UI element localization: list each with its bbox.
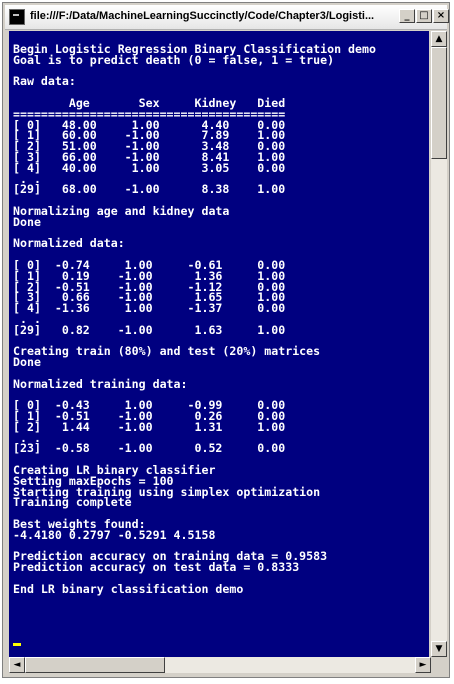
console-line: Normalized training data: (13, 376, 188, 391)
console-line: [ 4] 40.00 1.00 3.05 0.00 (13, 160, 286, 175)
console-line: Done (13, 355, 41, 370)
console-line: [ 4] -1.36 1.00 -1.37 0.00 (13, 301, 286, 316)
scroll-up-button[interactable]: ▲ (431, 31, 447, 47)
scroll-left-button[interactable]: ◄ (9, 657, 25, 673)
vertical-scroll-thumb[interactable] (431, 47, 447, 159)
console-line: Training complete (13, 495, 132, 510)
console-output-area[interactable]: Begin Logistic Regression Binary Classif… (9, 31, 429, 657)
console-line: Done (13, 214, 41, 229)
console-window: file:///F:/Data/MachineLearningSuccinctl… (2, 2, 450, 678)
console-text: Begin Logistic Regression Binary Classif… (9, 31, 429, 596)
console-line: Normalizing age and kidney data (13, 203, 230, 218)
console-line: Prediction accuracy on test data = 0.833… (13, 560, 300, 575)
vertical-scrollbar[interactable]: ▲ ▼ (431, 31, 447, 657)
console-line: End LR binary classification demo (13, 581, 244, 596)
console-line: [29] 0.82 -1.00 1.63 1.00 (13, 322, 286, 337)
console-line: [29] 68.00 -1.00 8.38 1.00 (13, 182, 286, 197)
horizontal-scroll-thumb[interactable] (25, 657, 165, 673)
console-line: [23] -0.58 -1.00 0.52 0.00 (13, 441, 286, 456)
console-line: Raw data: (13, 74, 76, 89)
window-title: file:///F:/Data/MachineLearningSuccinctl… (30, 10, 375, 22)
maximize-button[interactable]: □ (416, 9, 432, 23)
text-cursor (13, 643, 21, 646)
console-line: [ 2] 1.44 -1.00 1.31 1.00 (13, 419, 286, 434)
title-bar[interactable]: file:///F:/Data/MachineLearningSuccinctl… (5, 5, 449, 30)
scroll-right-button[interactable]: ► (415, 657, 431, 673)
console-line: -4.4180 0.2797 -0.5291 4.5158 (13, 527, 216, 542)
console-line: Creating train (80%) and test (20%) matr… (13, 344, 321, 359)
horizontal-scrollbar[interactable]: ◄ ► (9, 657, 431, 673)
scroll-down-button[interactable]: ▼ (431, 641, 447, 657)
console-line: Goal is to predict death (0 = false, 1 =… (13, 52, 335, 67)
close-button[interactable]: × (433, 9, 449, 23)
console-line: Normalized data: (13, 236, 125, 251)
minimize-button[interactable]: _ (399, 9, 415, 23)
size-grip[interactable] (431, 657, 447, 673)
console-app-icon[interactable] (9, 9, 25, 25)
